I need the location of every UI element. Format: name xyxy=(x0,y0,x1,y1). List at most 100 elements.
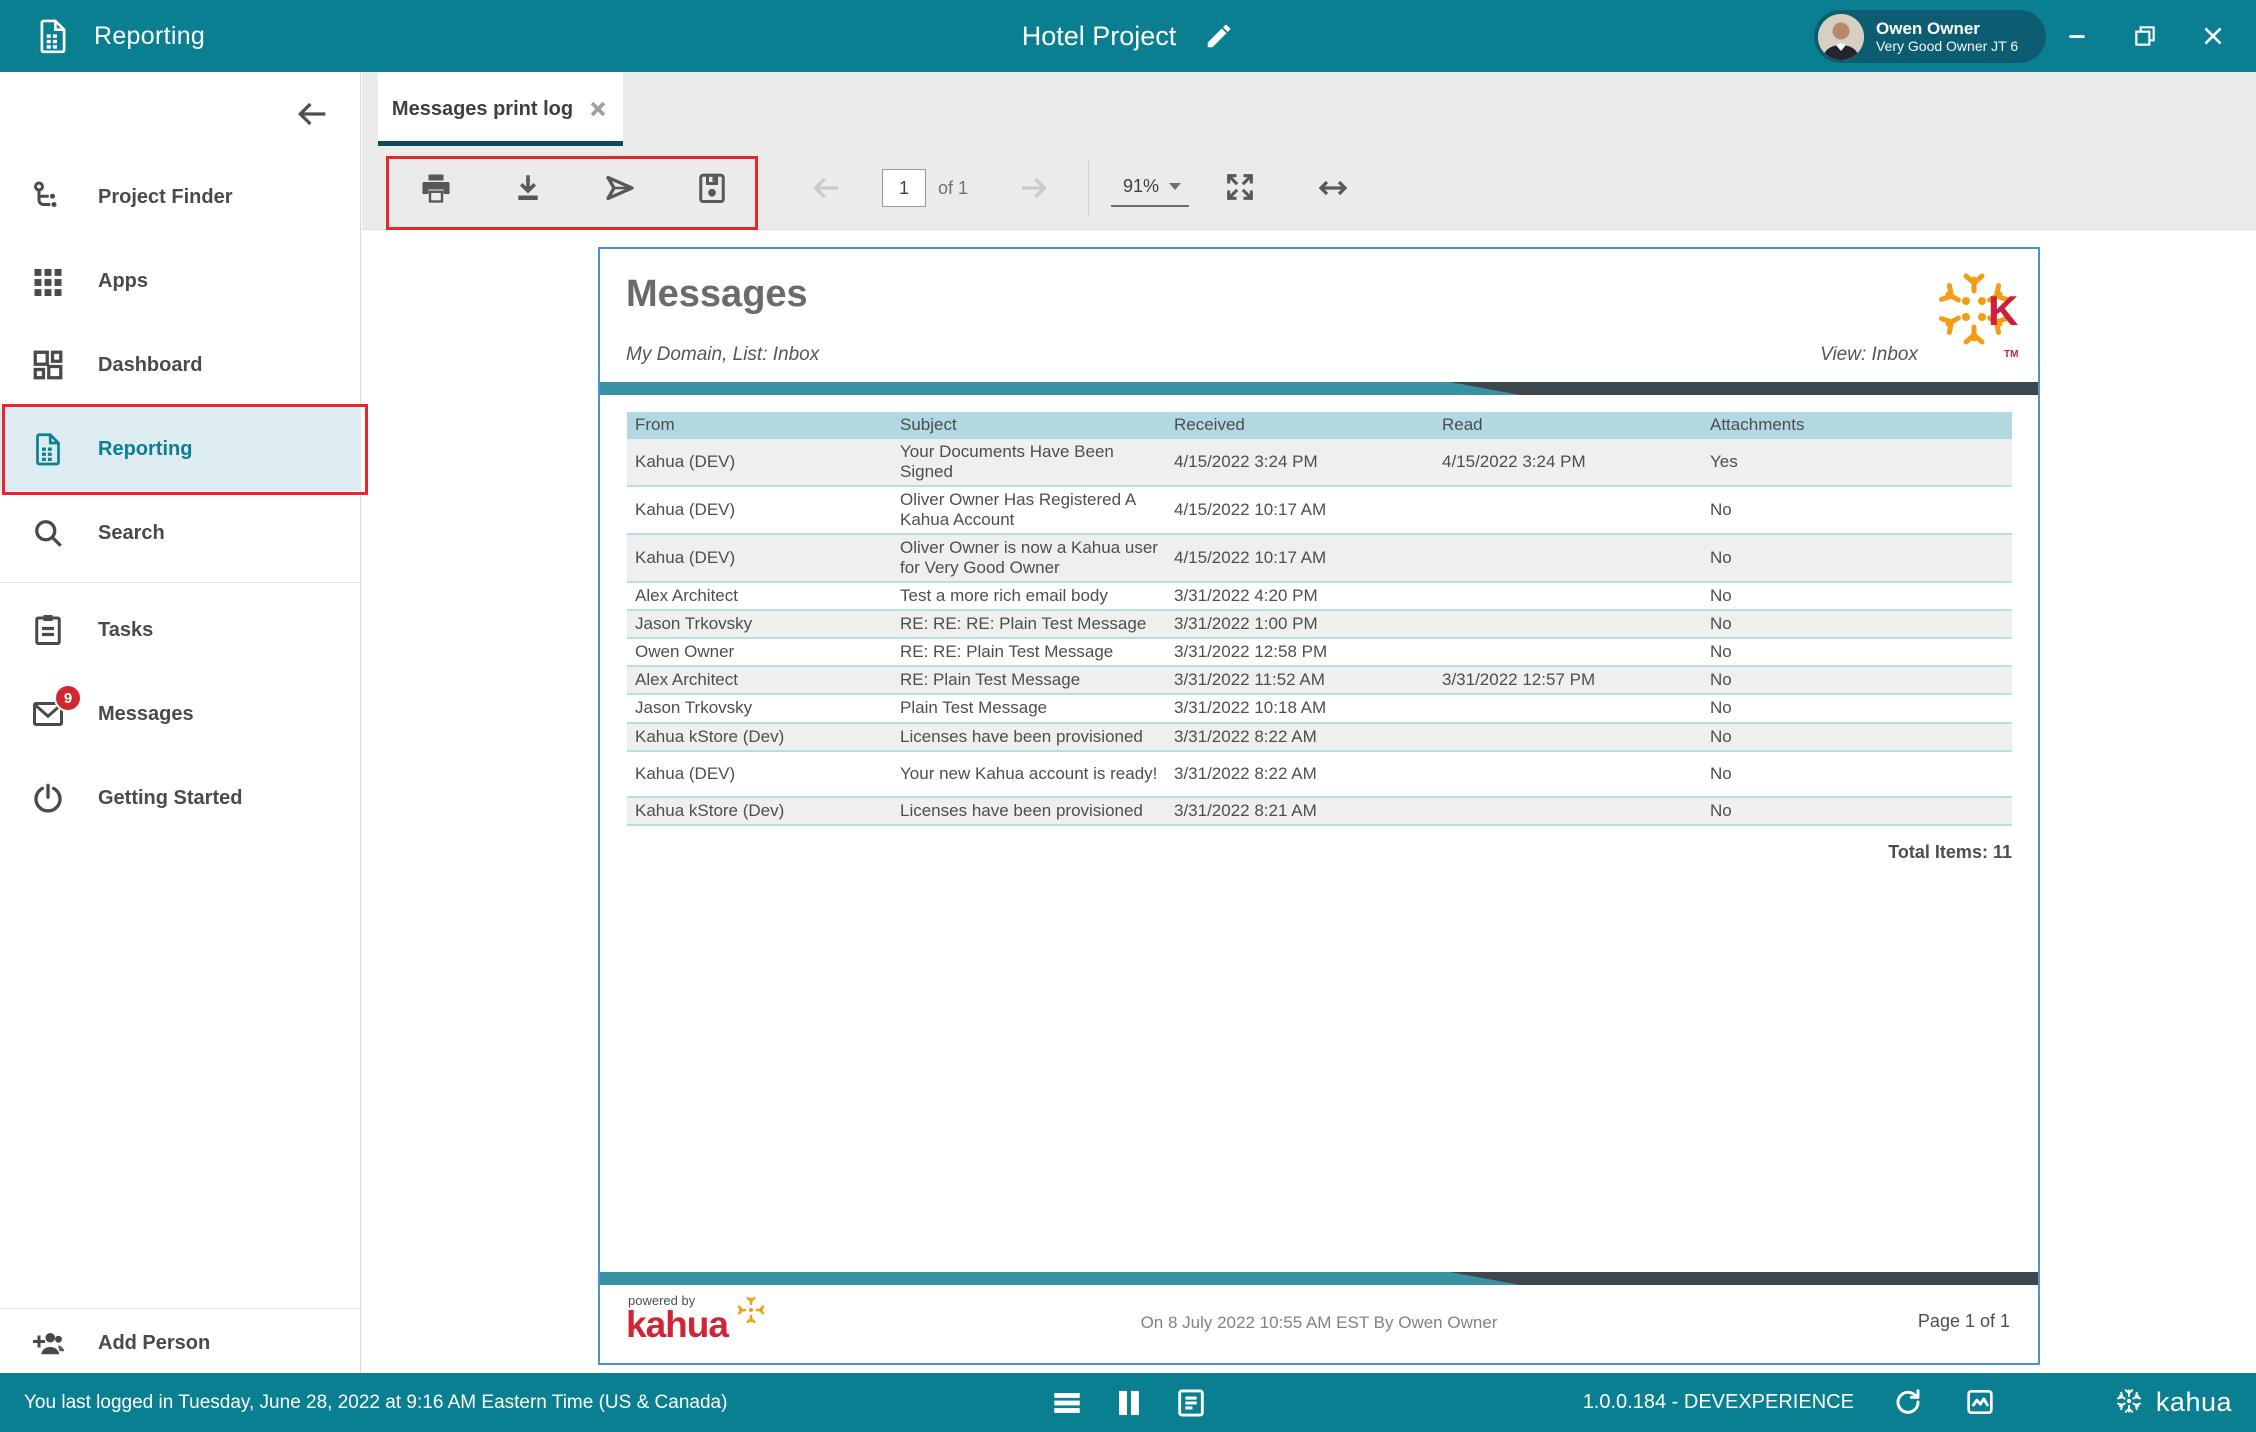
table-cell: No xyxy=(1702,751,2012,797)
sidebar-item-getting-started[interactable]: Getting Started xyxy=(0,756,361,840)
table-row: Kahua (DEV)Oliver Owner is now a Kahua u… xyxy=(627,534,2012,582)
last-login-text: You last logged in Tuesday, June 28, 202… xyxy=(24,1392,727,1414)
table-cell: 3/31/2022 1:00 PM xyxy=(1166,610,1434,638)
table-cell: Yes xyxy=(1702,439,2012,486)
user-menu[interactable]: Owen Owner Very Good Owner JT 6 xyxy=(1814,10,2046,63)
table-cell: No xyxy=(1702,582,2012,610)
table-row: Kahua kStore (Dev)Licenses have been pro… xyxy=(627,723,2012,751)
table-cell: 4/15/2022 3:24 PM xyxy=(1434,439,1702,486)
page-number-input[interactable] xyxy=(882,169,926,207)
table-cell: Oliver Owner Has Registered A Kahua Acco… xyxy=(892,486,1166,534)
fullscreen-button[interactable] xyxy=(1223,170,1259,206)
table-cell: Kahua kStore (Dev) xyxy=(627,797,892,825)
col-subject: Subject xyxy=(892,412,1166,439)
table-cell: Kahua (DEV) xyxy=(627,486,892,534)
download-button[interactable] xyxy=(510,170,546,206)
table-cell xyxy=(1434,534,1702,582)
table-cell: Licenses have been provisioned xyxy=(892,797,1166,825)
total-items-value: 11 xyxy=(1993,842,2012,862)
split-view-icon[interactable] xyxy=(1112,1386,1146,1420)
menu-icon[interactable] xyxy=(1050,1386,1084,1420)
table-cell: No xyxy=(1702,638,2012,666)
header-accent-bar xyxy=(600,382,2038,395)
svg-text:K: K xyxy=(1988,287,2018,334)
save-button[interactable] xyxy=(694,170,730,206)
top-app-bar: Reporting Hotel Project Owen Owner Very … xyxy=(0,0,2256,72)
table-row: Kahua kStore (Dev)Licenses have been pro… xyxy=(627,797,2012,825)
window-close-button[interactable] xyxy=(2198,21,2228,51)
sidebar-item-dashboard[interactable]: Dashboard xyxy=(0,323,361,407)
kahua-statusbar-brand: kahua xyxy=(2076,1386,2232,1420)
sidebar-item-search[interactable]: Search xyxy=(0,491,361,575)
col-attachments: Attachments xyxy=(1702,412,2012,439)
table-cell xyxy=(1434,610,1702,638)
page-indicator: Page 1 of 1 xyxy=(1918,1311,2010,1332)
edit-project-icon[interactable] xyxy=(1204,21,1234,51)
sidebar-item-messages[interactable]: 9 Messages xyxy=(0,672,361,756)
svg-text:TM: TM xyxy=(2004,349,2018,360)
next-page-button[interactable] xyxy=(1016,170,1052,206)
reporting-app-icon xyxy=(34,17,72,55)
sidebar-item-project-finder[interactable]: Project Finder xyxy=(0,155,361,239)
tab-toolbar-strip: Messages print log of 1 xyxy=(362,72,2256,230)
table-row: Kahua (DEV)Your Documents Have Been Sign… xyxy=(627,439,2012,486)
sidebar-item-tasks[interactable]: Tasks xyxy=(0,588,361,672)
send-button[interactable] xyxy=(602,170,638,206)
table-cell: Alex Architect xyxy=(627,582,892,610)
messages-table: From Subject Received Read Attachments K… xyxy=(627,412,2012,826)
table-cell: Plain Test Message xyxy=(892,694,1166,722)
table-cell: No xyxy=(1702,534,2012,582)
table-cell: RE: Plain Test Message xyxy=(892,666,1166,694)
activity-log-icon[interactable] xyxy=(1964,1386,1998,1420)
prev-page-button[interactable] xyxy=(808,170,844,206)
table-cell xyxy=(1434,797,1702,825)
print-button[interactable] xyxy=(418,170,454,206)
tasks-icon xyxy=(30,612,66,648)
fit-width-button[interactable] xyxy=(1315,170,1351,206)
total-items: Total Items: 11 xyxy=(627,842,2012,863)
table-cell: Jason Trkovsky xyxy=(627,694,892,722)
add-person-button[interactable]: Add Person xyxy=(0,1313,361,1373)
table-cell: No xyxy=(1702,694,2012,722)
add-person-label: Add Person xyxy=(98,1332,210,1355)
status-bar: You last logged in Tuesday, June 28, 202… xyxy=(0,1373,2256,1432)
table-cell: No xyxy=(1702,723,2012,751)
sidebar-item-label: Project Finder xyxy=(98,186,232,209)
tab-close-icon[interactable] xyxy=(587,98,609,120)
sidebar: Project Finder Apps Dashboard Reporting … xyxy=(0,72,361,1373)
table-cell: Kahua (DEV) xyxy=(627,439,892,486)
log-view-icon[interactable] xyxy=(1174,1386,1208,1420)
table-row: Owen OwnerRE: RE: Plain Test Message3/31… xyxy=(627,638,2012,666)
table-cell: Kahua (DEV) xyxy=(627,751,892,797)
sidebar-collapse-icon[interactable] xyxy=(292,94,332,134)
add-person-icon xyxy=(30,1325,66,1361)
zoom-select[interactable]: 91% xyxy=(1111,170,1189,207)
app-title: Reporting xyxy=(94,22,205,51)
sidebar-item-label: Tasks xyxy=(98,619,153,642)
sidebar-item-apps[interactable]: Apps xyxy=(0,239,361,323)
sidebar-item-label: Reporting xyxy=(98,438,192,461)
col-received: Received xyxy=(1166,412,1434,439)
table-cell: Your new Kahua account is ready! xyxy=(892,751,1166,797)
report-table-body: Kahua (DEV)Your Documents Have Been Sign… xyxy=(627,439,2012,825)
sidebar-item-reporting[interactable]: Reporting xyxy=(0,407,361,491)
total-items-label: Total Items: xyxy=(1888,842,1988,862)
sidebar-item-label: Apps xyxy=(98,270,148,293)
window-restore-button[interactable] xyxy=(2130,21,2160,51)
table-header-row: From Subject Received Read Attachments xyxy=(627,412,2012,439)
table-cell: 3/31/2022 8:22 AM xyxy=(1166,723,1434,751)
table-row: Kahua (DEV)Oliver Owner Has Registered A… xyxy=(627,486,2012,534)
table-cell xyxy=(1434,751,1702,797)
tab-messages-print-log[interactable]: Messages print log xyxy=(378,72,623,146)
window-minimize-button[interactable] xyxy=(2062,21,2092,51)
sync-icon[interactable] xyxy=(1892,1386,1926,1420)
table-cell: 3/31/2022 12:58 PM xyxy=(1166,638,1434,666)
table-cell: 4/15/2022 3:24 PM xyxy=(1166,439,1434,486)
toolbar-divider xyxy=(1088,159,1089,217)
table-cell xyxy=(1434,694,1702,722)
table-row: Alex ArchitectTest a more rich email bod… xyxy=(627,582,2012,610)
report-toolbar: of 1 91% xyxy=(362,146,2256,230)
table-cell: Jason Trkovsky xyxy=(627,610,892,638)
user-name: Owen Owner xyxy=(1876,19,2018,39)
table-cell: No xyxy=(1702,797,2012,825)
